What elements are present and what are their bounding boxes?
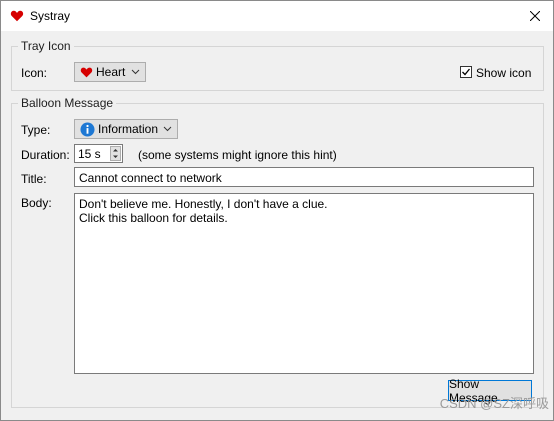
icon-combobox-value: Heart <box>96 65 126 79</box>
tray-icon-group-title: Tray Icon <box>18 39 74 53</box>
info-icon <box>80 121 95 137</box>
duration-spinbox[interactable]: 15 s <box>74 144 123 163</box>
icon-label: Icon: <box>21 66 48 80</box>
type-combobox-value: Information <box>98 122 159 136</box>
systray-window: Systray Tray Icon Icon: Heart Show icon … <box>0 0 554 421</box>
stepper-down-icon <box>113 155 118 158</box>
body-textarea[interactable]: Don't believe me. Honestly, I don't have… <box>74 193 534 374</box>
title-label: Title: <box>21 172 47 186</box>
checkmark-icon <box>462 68 471 76</box>
duration-stepper[interactable] <box>110 146 121 161</box>
window-title: Systray <box>30 9 71 23</box>
duration-hint: (some systems might ignore this hint) <box>138 148 337 162</box>
title-bar: Systray <box>1 1 553 31</box>
chevron-down-icon <box>131 69 140 75</box>
duration-label: Duration: <box>21 148 70 162</box>
balloon-group-title: Balloon Message <box>18 96 117 110</box>
heart-icon <box>80 67 93 77</box>
chevron-down-icon <box>163 126 172 132</box>
close-icon <box>530 11 540 21</box>
heart-icon <box>10 10 24 22</box>
show-icon-label[interactable]: Show icon <box>476 66 531 80</box>
title-field-value: Cannot connect to network <box>79 171 222 185</box>
icon-combobox[interactable]: Heart <box>74 62 146 82</box>
show-icon-checkbox[interactable] <box>460 66 472 78</box>
body-label: Body: <box>21 196 52 210</box>
watermark: CSDN @SZ深呼吸 <box>439 396 549 411</box>
title-field[interactable]: Cannot connect to network <box>74 167 534 187</box>
type-combobox[interactable]: Information <box>74 119 178 139</box>
type-label: Type: <box>21 123 51 137</box>
close-button[interactable] <box>517 1 553 31</box>
stepper-up-icon <box>113 149 118 152</box>
duration-value: 15 s <box>78 146 101 161</box>
